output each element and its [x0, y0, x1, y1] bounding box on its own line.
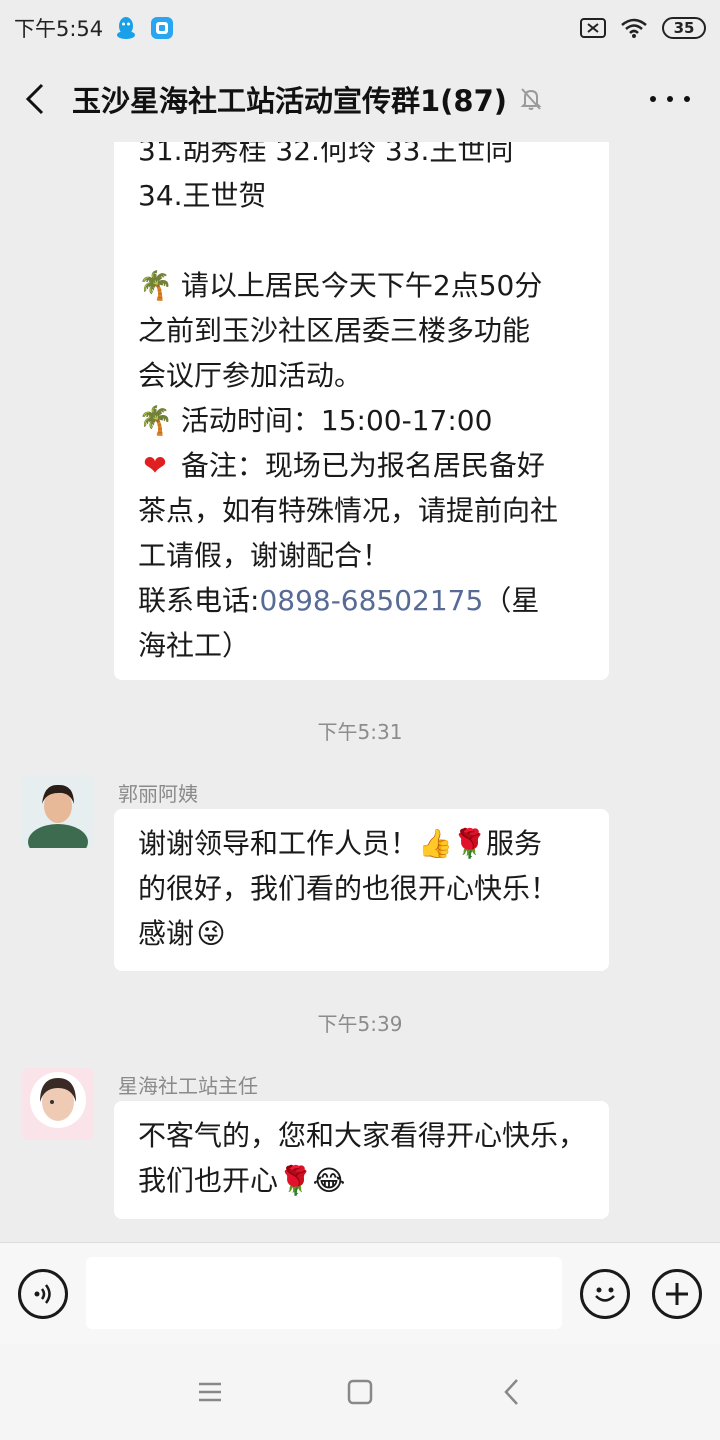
thumbs-up-icon: 👍: [418, 827, 453, 860]
home-square-icon: [347, 1379, 373, 1405]
message-line: 谢谢领导和工作人员！👍🌹服务: [138, 821, 585, 866]
timestamp: 下午5:31: [317, 720, 403, 744]
message-line: 会议厅参加活动。: [138, 359, 363, 392]
voice-icon: [34, 1284, 51, 1304]
nav-back-icon: [504, 1379, 518, 1405]
palm-tree-icon: 🌴: [138, 269, 173, 302]
qq-icon: [117, 17, 136, 39]
status-bar: 下午5:54 35: [0, 0, 720, 56]
message-line: 我们也开心🌹😂: [138, 1158, 585, 1203]
rose-icon: 🌹: [452, 827, 487, 860]
avatar-image: [22, 776, 94, 848]
message-line: ❤ 备注：现场已为报名居民备好: [138, 443, 585, 488]
winking-tongue-face-icon: 😜: [196, 917, 226, 950]
message-line: 之前到玉沙社区居委三楼多功能: [138, 314, 531, 347]
chat-title: 玉沙星海社工站活动宣传群1(87): [72, 84, 508, 118]
sim-x-icon: [580, 18, 606, 38]
message-bubble[interactable]: 31.胡秀桂 32.何玲 33.王世同 34.王世贺 🌴 请以上居民今天下午2点…: [114, 142, 609, 680]
palm-tree-icon: 🌴: [138, 404, 173, 437]
message-line: 不客气的，您和大家看得开心快乐，: [138, 1119, 585, 1152]
phone-number-link[interactable]: 0898-68502175: [259, 584, 483, 617]
plus-icon: [666, 1283, 688, 1305]
mute-bell-icon: [520, 88, 542, 110]
chat-area[interactable]: 31.胡秀桂 32.何玲 33.王世同 34.王世贺 🌴 请以上居民今天下午2点…: [0, 142, 720, 1242]
message-line: 🌴 活动时间：15:00-17:00: [138, 398, 585, 443]
rose-icon: 🌹: [278, 1164, 313, 1197]
home-button[interactable]: [342, 1374, 378, 1410]
recent-apps-button[interactable]: [192, 1374, 228, 1410]
tears-of-joy-icon: 😂: [312, 1164, 346, 1197]
avatar[interactable]: [22, 1068, 94, 1140]
sender-name: 郭丽阿姨: [118, 782, 198, 806]
red-heart-icon: ❤: [143, 449, 167, 482]
battery-icon: 35: [662, 17, 706, 39]
more-button[interactable]: [650, 84, 690, 114]
more-functions-button[interactable]: [652, 1269, 702, 1319]
more-icon: [650, 96, 656, 102]
back-button[interactable]: [0, 56, 70, 142]
message-line: 31.胡秀桂 32.何玲 33.王世同: [138, 142, 514, 167]
app-notification-icon: [151, 17, 174, 39]
chat-header: 玉沙星海社工站活动宣传群1(87): [0, 56, 720, 142]
avatar-image: [22, 1068, 94, 1140]
timestamp: 下午5:39: [317, 1012, 403, 1036]
message-input[interactable]: [86, 1257, 562, 1329]
message-line: 联系电话:0898-68502175（星: [138, 584, 540, 617]
back-arrow-icon: [25, 83, 44, 115]
status-time: 下午5:54: [14, 17, 104, 41]
nav-back-button[interactable]: [494, 1374, 530, 1410]
voice-button[interactable]: [18, 1269, 68, 1319]
message-line: 34.王世贺: [138, 179, 267, 212]
message-line: 茶点，如有特殊情况，请提前向社: [138, 494, 559, 527]
message-line: 工请假，谢谢配合！: [138, 539, 391, 572]
message-bubble[interactable]: 谢谢领导和工作人员！👍🌹服务 的很好，我们看的也很开心快乐！ 感谢😜: [114, 809, 609, 971]
system-nav-bar: [0, 1344, 720, 1440]
message-line: [138, 218, 585, 263]
smiley-icon: [595, 1287, 615, 1302]
wifi-icon: [621, 18, 647, 38]
message-line: 海社工）: [138, 629, 251, 662]
message-line: 感谢😜: [138, 911, 585, 956]
message-line: 的很好，我们看的也很开心快乐！: [138, 872, 559, 905]
sender-name: 星海社工站主任: [118, 1074, 258, 1098]
message-line: 🌴 请以上居民今天下午2点50分: [138, 263, 585, 308]
avatar[interactable]: [22, 776, 94, 848]
input-bar: [0, 1242, 720, 1344]
emoji-button[interactable]: [580, 1269, 630, 1319]
message-bubble[interactable]: 不客气的，您和大家看得开心快乐， 我们也开心🌹😂: [114, 1101, 609, 1219]
menu-icon: [199, 1382, 221, 1402]
